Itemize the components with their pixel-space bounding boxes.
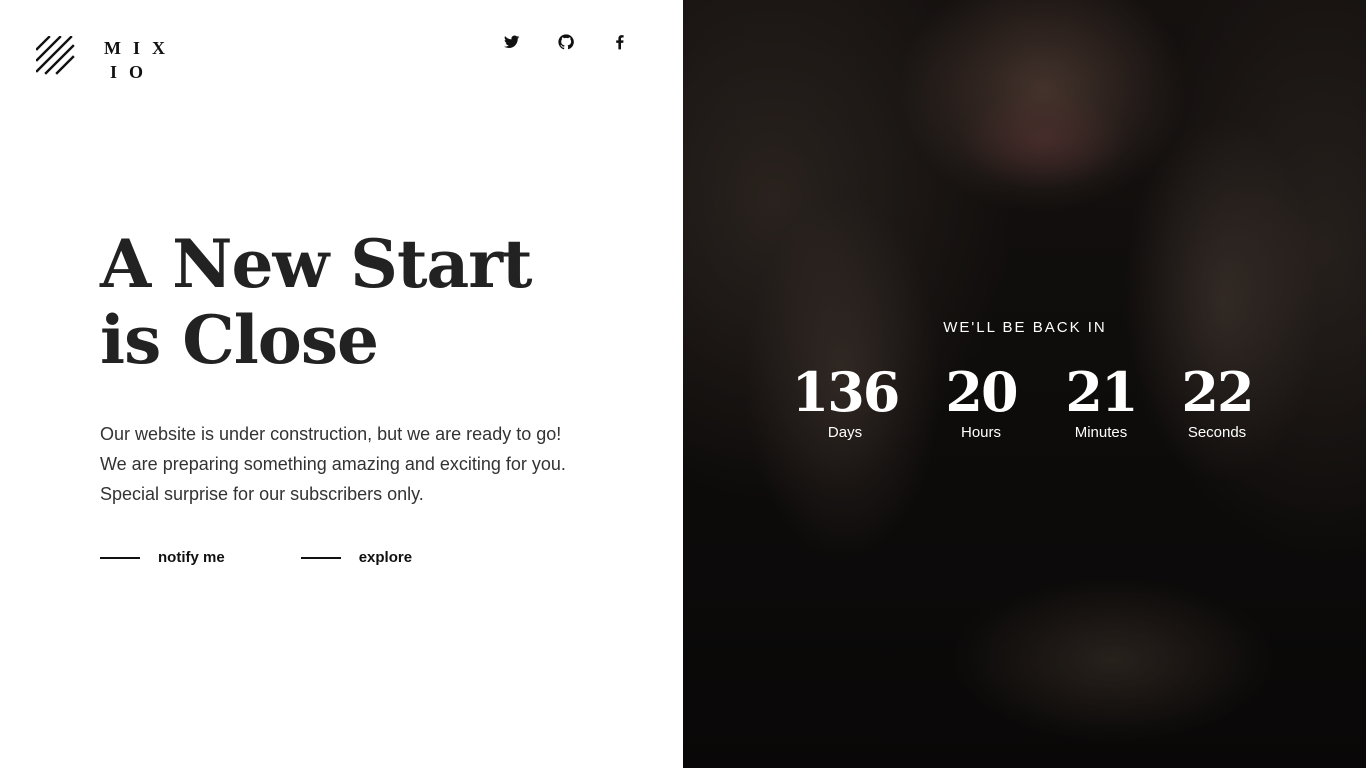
headline: A New Start is Close	[100, 226, 620, 378]
explore-line-icon	[300, 557, 341, 559]
headline-line1: A New Start	[100, 225, 532, 303]
countdown: WE'LL BE BACK IN 136 Days 20 Hours 21 Mi…	[683, 318, 1366, 441]
seconds-label: Seconds	[1187, 424, 1247, 441]
headline-line2: is Close	[100, 301, 379, 379]
twitter-icon	[504, 35, 520, 49]
description: Our website is under construction, but w…	[100, 424, 566, 504]
days-value: 136	[791, 360, 901, 424]
facebook-link[interactable]	[593, 34, 647, 52]
github-icon	[558, 34, 574, 50]
minutes-value: 21	[1065, 360, 1138, 424]
explore-label: explore	[358, 549, 413, 566]
stripes-logo-icon	[36, 36, 75, 75]
minutes-label: Minutes	[1074, 424, 1128, 441]
logo[interactable]: MIX IO	[36, 36, 184, 84]
countdown-minutes: 21 Minutes	[1065, 360, 1138, 442]
seconds-value: 22	[1181, 360, 1254, 424]
facebook-icon	[616, 35, 624, 50]
left-panel: MIX IO A New Start is Close Our website …	[0, 0, 683, 768]
logo-text-line2: IO	[110, 62, 156, 82]
hours-value: 20	[945, 360, 1018, 424]
actions: notify me explore	[100, 548, 412, 568]
countdown-hours: 20 Hours	[945, 360, 1018, 442]
countdown-units: 136 Days 20 Hours 21 Minutes 22 Seconds	[683, 362, 1366, 452]
hours-label: Hours	[960, 424, 1001, 441]
countdown-seconds: 22 Seconds	[1181, 360, 1254, 442]
github-link[interactable]	[539, 34, 593, 52]
countdown-days: 136 Days	[791, 360, 901, 442]
explore-link[interactable]: explore	[300, 548, 413, 568]
notify-me-label: notify me	[158, 549, 225, 566]
days-label: Days	[827, 424, 863, 441]
twitter-link[interactable]	[485, 34, 539, 52]
logo-text-line1: MIX	[104, 38, 177, 58]
notify-line-icon	[100, 557, 140, 559]
notify-me-link[interactable]: notify me	[100, 548, 225, 568]
hero-image-panel: WE'LL BE BACK IN 136 Days 20 Hours 21 Mi…	[683, 0, 1366, 768]
countdown-title: WE'LL BE BACK IN	[943, 319, 1107, 336]
social-links	[485, 34, 647, 52]
logo-text: MIX IO	[104, 36, 184, 84]
